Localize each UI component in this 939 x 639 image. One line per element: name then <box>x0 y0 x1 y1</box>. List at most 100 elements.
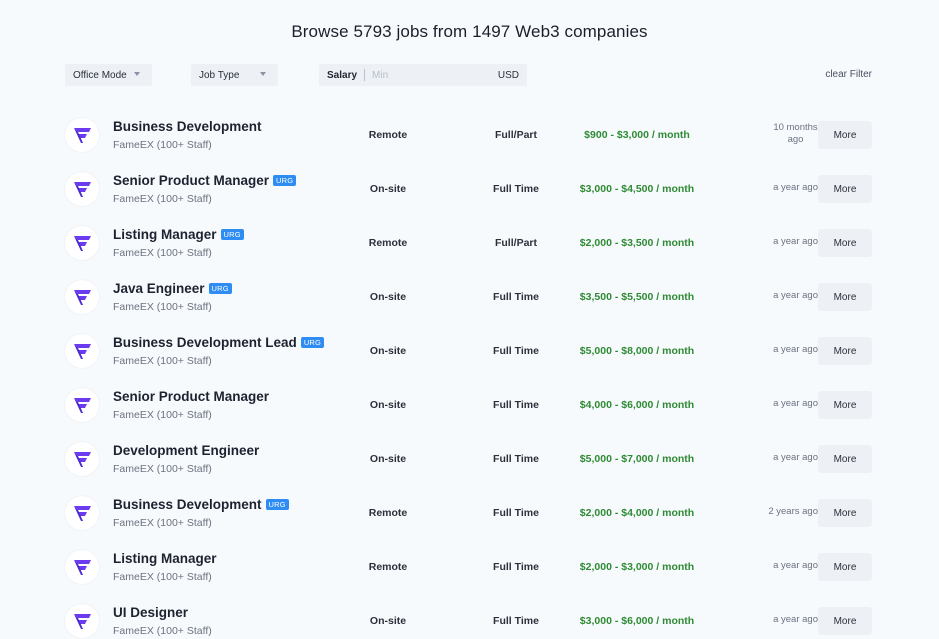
job-title[interactable]: Senior Product Manager <box>113 173 269 188</box>
more-button[interactable]: More <box>818 553 872 581</box>
company-logo <box>65 550 99 584</box>
salary-label: Salary <box>327 69 358 81</box>
company-name[interactable]: FameEX (100+ Staff) <box>113 409 212 421</box>
job-type: Full Time <box>493 453 539 465</box>
filter-bar: Office Mode Job Type Salary USD clear Fi… <box>0 64 939 86</box>
job-title[interactable]: Business Development <box>113 497 262 512</box>
company-logo <box>65 118 99 152</box>
fameex-logo-icon <box>74 398 91 413</box>
more-button[interactable]: More <box>818 229 872 257</box>
posted-time: 2 years ago <box>768 506 818 517</box>
job-row[interactable]: UI Designer FameEX (100+ Staff) On-site … <box>60 594 880 639</box>
job-row[interactable]: Senior Product Manager FameEX (100+ Staf… <box>60 378 880 432</box>
salary-range: $5,000 - $7,000 / month <box>579 453 695 465</box>
salary-range: $2,000 - $3,500 / month <box>579 237 695 249</box>
company-logo <box>65 442 99 476</box>
job-title-wrap: Business Development Lead URG <box>113 335 325 350</box>
office-mode-select[interactable]: Office Mode <box>65 64 152 86</box>
fameex-logo-icon <box>74 614 91 629</box>
fameex-logo-icon <box>74 128 91 143</box>
company-logo <box>65 334 99 368</box>
company-name[interactable]: FameEX (100+ Staff) <box>113 301 212 313</box>
salary-range: $3,000 - $6,000 / month <box>579 615 695 627</box>
company-name[interactable]: FameEX (100+ Staff) <box>113 247 212 259</box>
more-button[interactable]: More <box>818 607 872 635</box>
job-title[interactable]: Listing Manager <box>113 551 217 566</box>
job-title[interactable]: Listing Manager <box>113 227 217 242</box>
job-row[interactable]: Business Development FameEX (100+ Staff)… <box>60 108 880 162</box>
posted-time: a year ago <box>773 560 818 571</box>
more-button[interactable]: More <box>818 283 872 311</box>
clear-filter-link[interactable]: clear Filter <box>825 69 872 80</box>
job-type: Full/Part <box>494 237 537 249</box>
job-row[interactable]: Business Development Lead URG FameEX (10… <box>60 324 880 378</box>
more-button[interactable]: More <box>818 121 872 149</box>
posted-time: a year ago <box>773 452 818 463</box>
job-type: Full Time <box>493 183 539 195</box>
salary-range: $900 - $3,000 / month <box>584 129 690 141</box>
company-name[interactable]: FameEX (100+ Staff) <box>113 625 212 637</box>
job-row[interactable]: Java Engineer URG FameEX (100+ Staff) On… <box>60 270 880 324</box>
job-type-label: Job Type <box>199 69 240 81</box>
job-title-wrap: Senior Product Manager URG <box>113 173 297 188</box>
office-mode: On-site <box>369 453 407 465</box>
more-button[interactable]: More <box>818 499 872 527</box>
job-list: Business Development FameEX (100+ Staff)… <box>60 108 880 639</box>
urgent-badge: URG <box>208 283 232 294</box>
job-title[interactable]: Java Engineer <box>113 281 205 296</box>
job-title[interactable]: UI Designer <box>113 605 188 620</box>
salary-filter: Salary USD <box>319 64 527 86</box>
company-logo <box>65 388 99 422</box>
urgent-badge: URG <box>300 337 325 348</box>
salary-divider <box>364 69 366 81</box>
company-name[interactable]: FameEX (100+ Staff) <box>113 355 212 367</box>
posted-time: a year ago <box>773 614 818 625</box>
job-board-page: Browse 5793 jobs from 1497 Web3 companie… <box>0 0 939 639</box>
more-button[interactable]: More <box>818 391 872 419</box>
company-name[interactable]: FameEX (100+ Staff) <box>113 463 212 475</box>
company-logo <box>65 280 99 314</box>
job-title-wrap: Business Development <box>113 119 262 134</box>
office-mode: Remote <box>368 129 408 141</box>
job-type: Full Time <box>493 399 539 411</box>
salary-range: $4,000 - $6,000 / month <box>579 399 695 411</box>
job-row[interactable]: Listing Manager FameEX (100+ Staff) Remo… <box>60 540 880 594</box>
urgent-badge: URG <box>220 229 244 240</box>
job-row[interactable]: Development Engineer FameEX (100+ Staff)… <box>60 432 880 486</box>
job-title-wrap: Listing Manager URG <box>113 227 244 242</box>
fameex-logo-icon <box>74 290 91 305</box>
more-button[interactable]: More <box>818 175 872 203</box>
more-button[interactable]: More <box>818 337 872 365</box>
more-button[interactable]: More <box>818 445 872 473</box>
salary-range: $2,000 - $4,000 / month <box>579 507 695 519</box>
salary-min-input[interactable] <box>372 69 483 81</box>
job-title[interactable]: Business Development <box>113 119 262 134</box>
job-type-select[interactable]: Job Type <box>191 64 278 86</box>
job-type: Full Time <box>493 615 539 627</box>
salary-currency: USD <box>497 70 519 81</box>
chevron-down-icon <box>134 72 140 76</box>
job-type: Full Time <box>493 291 539 303</box>
urgent-badge: URG <box>273 175 297 186</box>
job-row[interactable]: Senior Product Manager URG FameEX (100+ … <box>60 162 880 216</box>
office-mode: Remote <box>368 561 408 573</box>
company-name[interactable]: FameEX (100+ Staff) <box>113 193 212 205</box>
company-name[interactable]: FameEX (100+ Staff) <box>113 139 212 151</box>
job-title-wrap: Listing Manager <box>113 551 217 566</box>
salary-range: $2,000 - $3,000 / month <box>579 561 695 573</box>
posted-time: a year ago <box>773 344 818 355</box>
fameex-logo-icon <box>74 560 91 575</box>
company-name[interactable]: FameEX (100+ Staff) <box>113 571 212 583</box>
job-row[interactable]: Listing Manager URG FameEX (100+ Staff) … <box>60 216 880 270</box>
office-mode: On-site <box>369 345 407 357</box>
fameex-logo-icon <box>74 236 91 251</box>
job-title[interactable]: Senior Product Manager <box>113 389 269 404</box>
job-title[interactable]: Development Engineer <box>113 443 259 458</box>
job-title[interactable]: Business Development Lead <box>113 335 297 350</box>
job-row[interactable]: Business Development URG FameEX (100+ St… <box>60 486 880 540</box>
company-name[interactable]: FameEX (100+ Staff) <box>113 517 212 529</box>
job-type: Full Time <box>493 345 539 357</box>
office-mode: On-site <box>369 291 407 303</box>
fameex-logo-icon <box>74 506 91 521</box>
urgent-badge: URG <box>265 499 289 510</box>
